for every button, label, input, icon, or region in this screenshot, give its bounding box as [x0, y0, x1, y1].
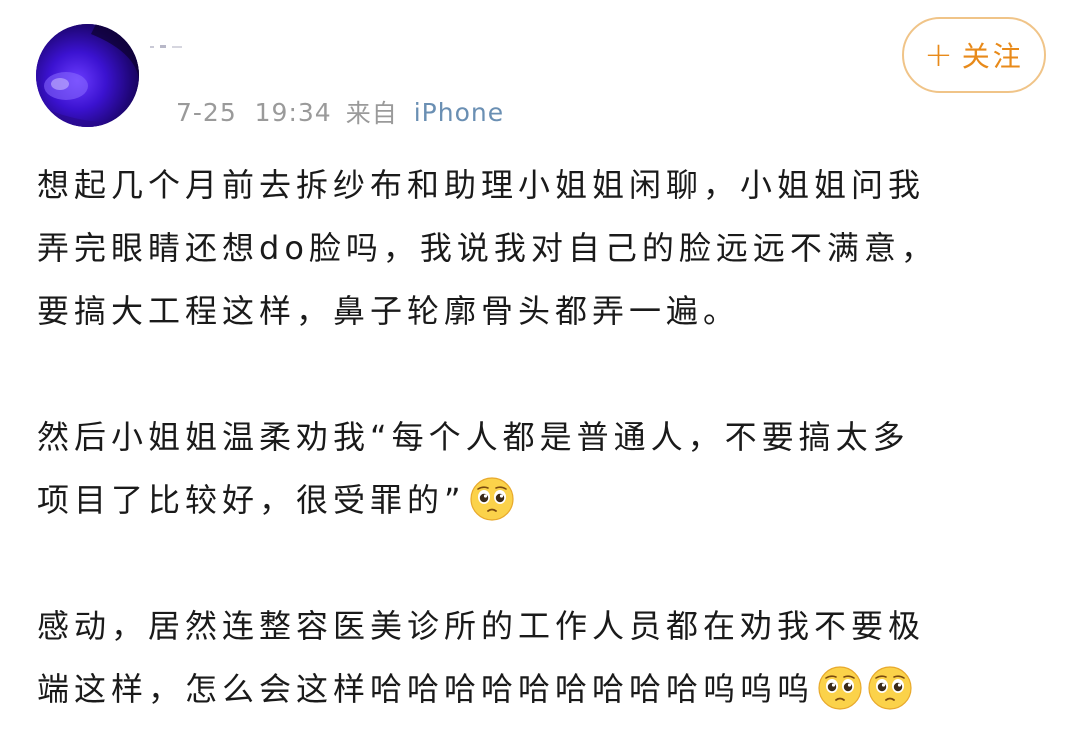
post-meta: 7-25 19:34 来自 iPhone: [176, 96, 504, 129]
avatar-decoration: [150, 45, 182, 48]
post-body: 想起几个月前去拆纱布和助理小姐姐闲聊，小姐姐问我 弄完眼睛还想do脸吗，我说我对…: [37, 154, 1037, 721]
post-header: 7-25 19:34 来自 iPhone + 关注: [0, 0, 1066, 150]
paragraph-2-line-2-wrapper: 项目了比较好，很受罪的”: [37, 469, 1037, 532]
pleading-face-icon: [868, 666, 912, 710]
follow-button[interactable]: + 关注: [902, 17, 1046, 93]
paragraph-2-line-1: 然后小姐姐温柔劝我“每个人都是普通人，不要搞太多: [37, 418, 910, 456]
avatar[interactable]: [36, 24, 139, 127]
paragraph-3-line-2-wrapper: 端这样，怎么会这样哈哈哈哈哈哈哈哈哈呜呜呜: [37, 658, 1037, 721]
pleading-face-icon: [818, 666, 862, 710]
paragraph-3-line-1: 感动，居然连整容医美诊所的工作人员都在劝我不要极: [37, 607, 926, 645]
post-source-prefix: 来自: [345, 99, 398, 128]
paragraph-2-line-2: 项目了比较好，很受罪的”: [37, 481, 466, 519]
paragraph-1-line-2: 弄完眼睛还想do脸吗，我说我对自己的脸远远不满意，: [37, 229, 938, 267]
post-source[interactable]: iPhone: [414, 98, 504, 127]
paragraph-3-line-2: 端这样，怎么会这样哈哈哈哈哈哈哈哈哈呜呜呜: [37, 670, 815, 708]
follow-label: 关注: [961, 40, 1024, 73]
paragraph-1-line-1: 想起几个月前去拆纱布和助理小姐姐闲聊，小姐姐问我: [37, 166, 926, 204]
plus-icon: +: [924, 35, 956, 75]
pleading-face-icon: [469, 477, 514, 521]
post-date: 7-25 19:34: [176, 97, 332, 127]
avatar-image: [36, 24, 139, 127]
paragraph-1-line-3: 要搞大工程这样，鼻子轮廓骨头都弄一遍。: [37, 292, 741, 330]
